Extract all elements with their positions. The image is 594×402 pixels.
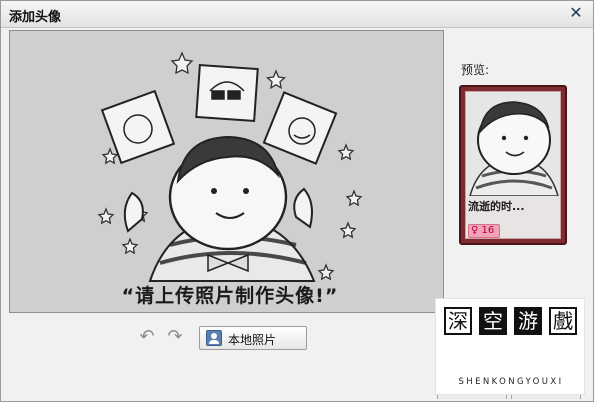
gender-age-badge: ♀ 16 xyxy=(468,224,500,238)
upload-local-photo-button[interactable]: 本地照片 xyxy=(199,326,307,350)
upload-prompt-text: “请上传照片制作头像!” xyxy=(121,285,339,307)
preview-label: 预览: xyxy=(461,63,490,77)
rotate-right-icon[interactable]: ↷ xyxy=(165,327,185,347)
rotate-left-icon[interactable]: ↶ xyxy=(137,327,157,347)
preview-avatar-illustration xyxy=(466,92,560,197)
watermark-char-3: 游 xyxy=(514,307,542,335)
close-icon[interactable]: ✕ xyxy=(567,4,585,22)
watermark-glyphs: 深 空 游 戲 xyxy=(444,307,578,369)
photo-icon xyxy=(206,330,222,346)
add-avatar-dialog: 添加头像 ✕ “请上传照片制作头像!” ↶ ↷ 本地照片 预览: 流逝的时...… xyxy=(0,0,594,402)
watermark-logo: 深 空 游 戲 SHENKONGYOUXI xyxy=(435,298,585,395)
preview-card-name: 流逝的时... xyxy=(468,200,525,213)
preview-card-image: 流逝的时... ♀ 16 xyxy=(465,91,561,239)
avatar-preview-card: 流逝的时... ♀ 16 xyxy=(459,85,567,245)
dialog-titlebar: 添加头像 ✕ xyxy=(1,1,593,28)
photo-editor-area[interactable]: “请上传照片制作头像!” xyxy=(9,30,444,313)
watermark-char-4: 戲 xyxy=(549,307,577,335)
upload-placeholder-illustration xyxy=(97,51,363,282)
watermark-latin-text: SHENKONGYOUXI xyxy=(458,377,564,387)
dialog-title: 添加头像 xyxy=(9,10,62,25)
editor-toolbar: ↶ ↷ 本地照片 xyxy=(9,319,444,359)
upload-button-label: 本地照片 xyxy=(228,333,277,347)
watermark-char-1: 深 xyxy=(444,307,472,335)
watermark-char-2: 空 xyxy=(479,307,507,335)
